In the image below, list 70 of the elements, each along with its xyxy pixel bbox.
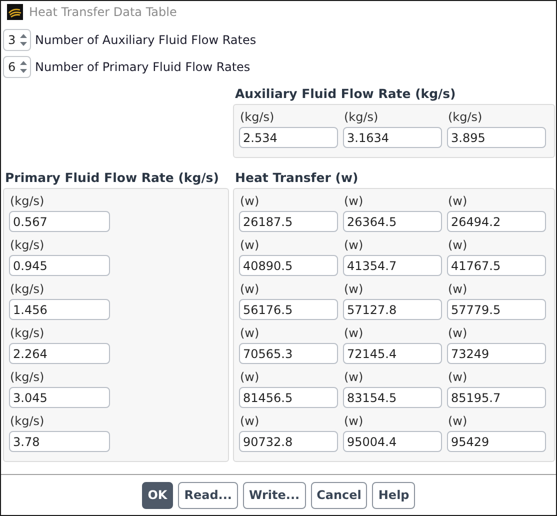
unit-label: (w) — [447, 193, 468, 210]
unit-label: (w) — [239, 413, 260, 430]
unit-label: (kg/s) — [9, 193, 46, 210]
value-field[interactable]: 57779.5 — [447, 299, 546, 320]
value-field[interactable]: 57127.8 — [343, 299, 442, 320]
spinner-arrows-icon — [19, 58, 28, 75]
value-field[interactable]: 56176.5 — [239, 299, 338, 320]
unit-label: (kg/s) — [9, 281, 46, 298]
value-field[interactable]: 73249 — [447, 343, 546, 364]
spinner-arrows-icon — [19, 32, 28, 48]
unit-label: (w) — [343, 369, 364, 386]
dialog-button[interactable]: Read... — [178, 482, 238, 509]
window-title: Heat Transfer Data Table — [29, 4, 177, 19]
unit-label: (w) — [343, 193, 364, 210]
section-title: Auxiliary Fluid Flow Rate (kg/s) — [234, 86, 457, 104]
unit-label: (w) — [447, 413, 468, 430]
value-field[interactable]: 3.895 — [447, 127, 546, 148]
unit-label: (w) — [447, 281, 468, 298]
unit-label: (w) — [239, 237, 260, 254]
value-field[interactable]: 95429 — [447, 431, 546, 452]
app-logo-icon — [7, 4, 23, 20]
dialog-button[interactable]: OK — [142, 482, 174, 509]
unit-label: (w) — [447, 325, 468, 342]
dialog-button[interactable]: Help — [372, 482, 416, 509]
unit-label: (w) — [343, 237, 364, 254]
unit-label: (kg/s) — [447, 109, 484, 126]
unit-label: (w) — [239, 325, 260, 342]
unit-label: (kg/s) — [9, 369, 46, 386]
value-field[interactable]: 3.1634 — [343, 127, 442, 148]
dialog-button[interactable]: Write... — [242, 482, 306, 509]
value-field[interactable]: 90732.8 — [239, 431, 338, 452]
value-field[interactable]: 85195.7 — [447, 387, 546, 408]
spinner-label: Number of Primary Fluid Flow Rates — [35, 60, 250, 74]
value-field[interactable]: 40890.5 — [239, 255, 338, 276]
value-field[interactable]: 2.534 — [239, 127, 338, 148]
value-field[interactable]: 95004.4 — [343, 431, 442, 452]
unit-label: (kg/s) — [9, 325, 46, 342]
value-field[interactable]: 41767.5 — [447, 255, 546, 276]
unit-label: (kg/s) — [9, 413, 46, 430]
unit-label: (w) — [343, 281, 364, 298]
unit-label: (kg/s) — [343, 109, 380, 126]
unit-label: (w) — [239, 193, 260, 210]
value-field[interactable]: 72145.4 — [343, 343, 442, 364]
value-field[interactable]: 26494.2 — [447, 211, 546, 232]
unit-label: (kg/s) — [9, 237, 46, 254]
value-field[interactable]: 3.78 — [9, 431, 110, 452]
value-field[interactable]: 81456.5 — [239, 387, 338, 408]
value-field[interactable]: 0.945 — [9, 255, 110, 276]
unit-label: (w) — [343, 325, 364, 342]
value-field[interactable]: 83154.5 — [343, 387, 442, 408]
value-field[interactable]: 2.264 — [9, 343, 110, 364]
number-spinner[interactable]: 6 — [3, 56, 31, 78]
section-title: Primary Fluid Flow Rate (kg/s) — [4, 170, 220, 188]
value-field[interactable]: 1.456 — [9, 299, 110, 320]
section-title: Heat Transfer (w) — [234, 170, 360, 188]
value-field[interactable]: 26187.5 — [239, 211, 338, 232]
dialog-button[interactable]: Cancel — [310, 482, 368, 509]
value-field[interactable]: 70565.3 — [239, 343, 338, 364]
unit-label: (w) — [239, 281, 260, 298]
unit-label: (w) — [447, 369, 468, 386]
unit-label: (kg/s) — [239, 109, 276, 126]
value-field[interactable]: 3.045 — [9, 387, 110, 408]
spinner-label: Number of Auxiliary Fluid Flow Rates — [35, 32, 256, 47]
unit-label: (w) — [447, 237, 468, 254]
value-field[interactable]: 41354.7 — [343, 255, 442, 276]
unit-label: (w) — [343, 413, 364, 430]
value-field[interactable]: 0.567 — [9, 211, 110, 232]
unit-label: (w) — [239, 369, 260, 386]
number-spinner[interactable]: 3 — [3, 28, 31, 51]
value-field[interactable]: 26364.5 — [343, 211, 442, 232]
